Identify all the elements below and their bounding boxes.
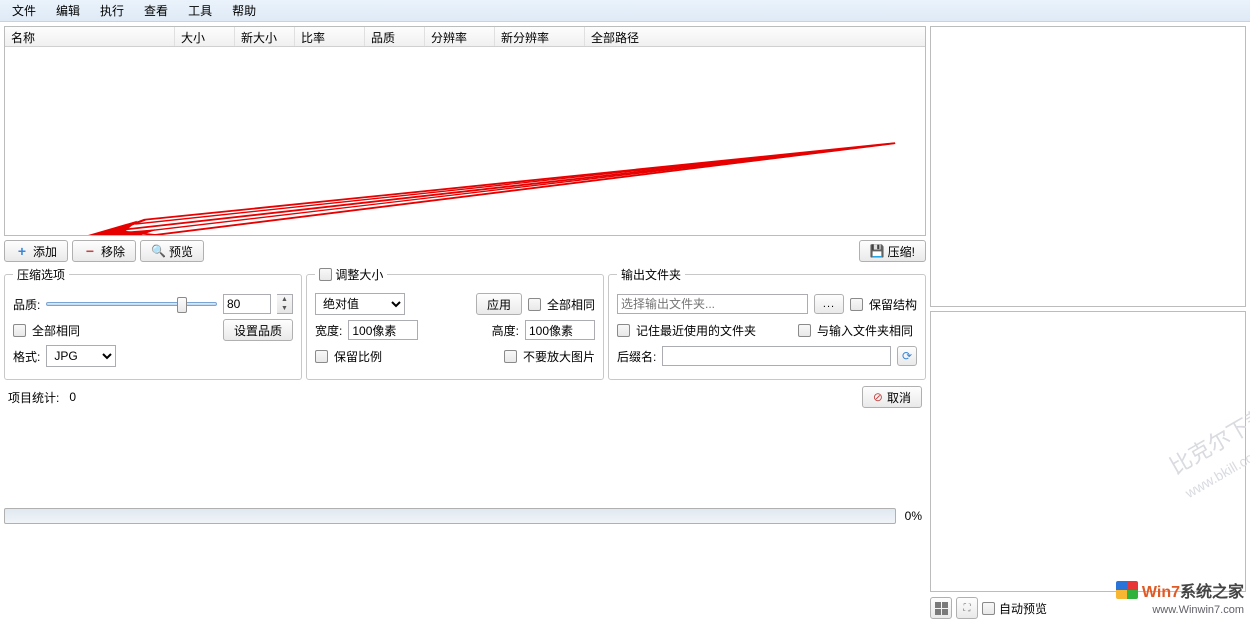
- quality-slider-handle[interactable]: [177, 297, 187, 313]
- annotation-arrow: [5, 47, 925, 235]
- no-upscale-label: 不要放大图片: [523, 348, 595, 365]
- keep-struct-checkbox[interactable]: [850, 298, 863, 311]
- format-select[interactable]: JPG: [46, 345, 116, 367]
- remove-button[interactable]: − 移除: [72, 240, 136, 262]
- menu-view[interactable]: 查看: [136, 0, 176, 21]
- cancel-icon: ⊘: [873, 390, 883, 404]
- quality-slider[interactable]: [46, 302, 217, 306]
- output-folder-input[interactable]: [617, 294, 808, 314]
- suffix-label: 后缀名:: [617, 348, 656, 365]
- panel-resize: 调整大小 绝对值 应用 全部相同 宽度: 高度:: [306, 266, 604, 380]
- thumb-large-button[interactable]: ⛶: [956, 597, 978, 619]
- col-name[interactable]: 名称: [5, 27, 175, 46]
- preview-pane-bottom: [930, 311, 1246, 592]
- col-quality[interactable]: 品质: [365, 27, 425, 46]
- expand-icon: ⛶: [964, 603, 971, 614]
- menu-tools[interactable]: 工具: [180, 0, 220, 21]
- thumb-small-button[interactable]: [930, 597, 952, 619]
- resize-all-same-label: 全部相同: [547, 296, 595, 313]
- compress-button[interactable]: 💾 压缩!: [859, 240, 926, 262]
- auto-preview-label: 自动预览: [999, 600, 1047, 617]
- preview-button[interactable]: 🔍 预览: [140, 240, 204, 262]
- col-path[interactable]: 全部路径: [585, 27, 925, 46]
- plus-icon: +: [15, 244, 29, 258]
- remember-folder-label: 记住最近使用的文件夹: [636, 322, 756, 339]
- file-list[interactable]: 名称 大小 新大小 比率 品质 分辨率 新分辨率 全部路径: [4, 26, 926, 236]
- magnifier-icon: 🔍: [151, 244, 165, 258]
- action-bar: + 添加 − 移除 🔍 预览 💾 压缩!: [4, 240, 926, 262]
- col-size[interactable]: 大小: [175, 27, 235, 46]
- compress-label: 压缩!: [888, 243, 915, 260]
- auto-preview-checkbox[interactable]: [982, 602, 995, 615]
- panel-output-legend: 输出文件夹: [617, 266, 685, 283]
- add-button[interactable]: + 添加: [4, 240, 68, 262]
- height-label: 高度:: [492, 322, 519, 339]
- panel-compress: 压缩选项 品质: ▲▼ 全部相同 设置品质 格式:: [4, 266, 302, 380]
- same-as-input-checkbox[interactable]: [798, 324, 811, 337]
- keep-ratio-checkbox[interactable]: [315, 350, 328, 363]
- disk-icon: 💾: [870, 244, 884, 258]
- preview-label: 预览: [169, 243, 193, 260]
- refresh-icon: ⟳: [902, 349, 912, 363]
- height-input[interactable]: [525, 320, 595, 340]
- width-input[interactable]: [348, 320, 418, 340]
- menu-help[interactable]: 帮助: [224, 0, 264, 21]
- panel-output: 输出文件夹 ... 保留结构 记住最近使用的文件夹 与输入文件夹相同 后缀名:: [608, 266, 926, 380]
- browse-button[interactable]: ...: [814, 294, 844, 314]
- suffix-input[interactable]: [662, 346, 891, 366]
- keep-struct-label: 保留结构: [869, 296, 917, 313]
- grid-small-icon: [935, 602, 948, 615]
- format-label: 格式:: [13, 348, 40, 365]
- count-value: 0: [69, 390, 76, 404]
- suffix-refresh-button[interactable]: ⟳: [897, 346, 917, 366]
- resize-all-same-checkbox[interactable]: [528, 298, 541, 311]
- progress-label: 0%: [896, 509, 926, 523]
- col-newres[interactable]: 新分辨率: [495, 27, 585, 46]
- resize-enable-checkbox[interactable]: [319, 268, 332, 281]
- set-quality-button[interactable]: 设置品质: [223, 319, 293, 341]
- menu-run[interactable]: 执行: [92, 0, 132, 21]
- same-as-input-label: 与输入文件夹相同: [817, 322, 913, 339]
- no-upscale-checkbox[interactable]: [504, 350, 517, 363]
- count-label: 项目统计:: [8, 389, 59, 406]
- resize-apply-button[interactable]: 应用: [476, 293, 522, 315]
- file-list-header: 名称 大小 新大小 比率 品质 分辨率 新分辨率 全部路径: [5, 27, 925, 47]
- cancel-button[interactable]: ⊘ 取消: [862, 386, 922, 408]
- col-ratio[interactable]: 比率: [295, 27, 365, 46]
- resize-mode-select[interactable]: 绝对值: [315, 293, 405, 315]
- all-same-quality-label: 全部相同: [32, 322, 80, 339]
- remember-folder-checkbox[interactable]: [617, 324, 630, 337]
- col-newsize[interactable]: 新大小: [235, 27, 295, 46]
- col-res[interactable]: 分辨率: [425, 27, 495, 46]
- panel-resize-legend: 调整大小: [315, 266, 387, 283]
- preview-pane-top: [930, 26, 1246, 307]
- remove-label: 移除: [101, 243, 125, 260]
- keep-ratio-label: 保留比例: [334, 348, 382, 365]
- panel-compress-legend: 压缩选项: [13, 266, 69, 283]
- menu-file[interactable]: 文件: [4, 0, 44, 21]
- progress-bar: [4, 508, 896, 524]
- status-row: 项目统计: 0 ⊘ 取消: [4, 384, 926, 410]
- add-label: 添加: [33, 243, 57, 260]
- width-label: 宽度:: [315, 322, 342, 339]
- minus-icon: −: [83, 244, 97, 258]
- menu-edit[interactable]: 编辑: [48, 0, 88, 21]
- quality-spinner[interactable]: ▲▼: [277, 294, 293, 314]
- quality-label: 品质:: [13, 296, 40, 313]
- menubar: 文件 编辑 执行 查看 工具 帮助: [0, 0, 1250, 22]
- all-same-quality-checkbox[interactable]: [13, 324, 26, 337]
- quality-input[interactable]: [223, 294, 271, 314]
